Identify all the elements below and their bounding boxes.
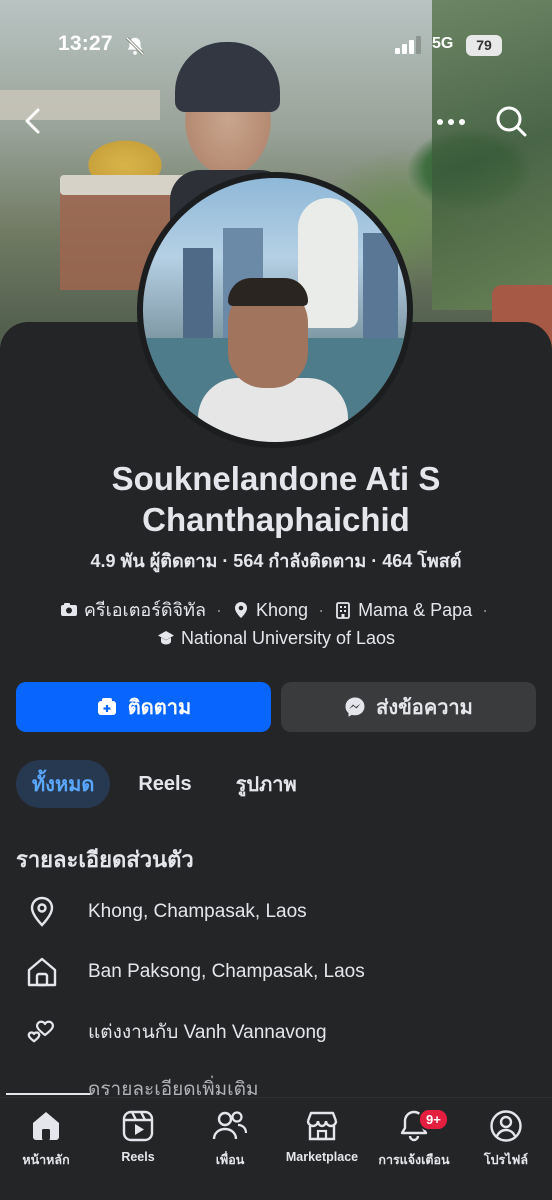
tab-photos[interactable]: รูปภาพ <box>220 760 313 808</box>
nav-profile-label: โปรไฟล์ <box>483 1153 529 1167</box>
nav-marketplace-label: Marketplace <box>285 1150 359 1164</box>
profile-stats[interactable]: 4.9 พัน ผู้ติดตาม · 564 กำลังติดตาม · 46… <box>0 546 552 575</box>
meta-education: National University of Laos <box>180 628 396 648</box>
nav-notifications[interactable]: 9+ การแจ้งเตือน <box>368 1106 460 1170</box>
more-options-icon[interactable] <box>434 112 468 132</box>
profile-icon <box>460 1106 552 1146</box>
details-title: รายละเอียดส่วนตัว <box>16 847 194 872</box>
back-icon[interactable] <box>18 104 48 138</box>
follow-button-label: ติดตาม <box>127 697 192 719</box>
status-bar: 13:27 5G 79 <box>0 26 552 66</box>
detail-location: Khong, Champasak, Laos <box>24 892 307 932</box>
home-indicator-underline <box>6 1093 90 1095</box>
location-pin-icon <box>24 894 60 930</box>
profile-avatar[interactable] <box>137 172 413 448</box>
reels-icon <box>92 1106 184 1146</box>
message-button[interactable]: ส่งข้อความ <box>281 682 536 732</box>
location-pin-icon <box>235 602 247 618</box>
search-icon[interactable] <box>494 104 528 138</box>
avatar-building <box>363 233 398 343</box>
profile-meta-row: ครีเอเตอร์ดิจิทัล · Khong · Mama & Papa … <box>0 596 552 624</box>
tab-reels[interactable]: Reels <box>122 760 207 808</box>
meta-category: ครีเอเตอร์ดิจิทัล <box>83 600 206 620</box>
nav-home[interactable]: หน้าหลัก <box>0 1106 92 1170</box>
profile-name-line1: Souknelandone Ati S <box>111 460 441 497</box>
home-icon <box>24 954 60 990</box>
nav-home-label: หน้าหลัก <box>22 1153 70 1167</box>
follow-button[interactable]: ติดตาม <box>16 682 271 732</box>
hearts-icon <box>24 1014 60 1050</box>
profile-meta: ครีเอเตอร์ดิจิทัล · Khong · Mama & Papa … <box>0 596 552 652</box>
nav-profile[interactable]: โปรไฟล์ <box>460 1106 552 1170</box>
nav-friends[interactable]: เพื่อน <box>184 1106 276 1170</box>
creator-icon <box>60 603 77 616</box>
profile-name-line2: Chanthaphaichid <box>142 501 410 538</box>
meta-location: Khong <box>256 600 309 620</box>
bell-icon: 9+ <box>368 1106 460 1146</box>
bottom-nav: หน้าหลัก Reels เพื่อน Marketplace 9+ การ… <box>0 1097 552 1200</box>
network-type: 5G <box>432 35 454 52</box>
nav-reels-label: Reels <box>121 1150 155 1164</box>
meta-workplace: Mama & Papa <box>358 600 473 620</box>
signal-icon <box>395 36 421 54</box>
tab-all[interactable]: ทั้งหมด <box>16 760 111 808</box>
nav-reels[interactable]: Reels <box>92 1106 184 1164</box>
profile-name: Souknelandone Ati S Chanthaphaichid <box>0 458 552 540</box>
friends-icon <box>184 1106 276 1146</box>
detail-hometown: Ban Paksong, Champasak, Laos <box>24 952 365 992</box>
detail-hometown-text: Ban Paksong, Champasak, Laos <box>88 961 365 982</box>
nav-notifications-label: การแจ้งเตือน <box>378 1153 450 1167</box>
detail-relationship-text: แต่งงานกับ Vanh Vannavong <box>88 1022 327 1043</box>
follow-icon <box>97 698 116 715</box>
marketplace-icon <box>276 1106 368 1146</box>
detail-location-text: Khong, Champasak, Laos <box>88 901 307 922</box>
profile-meta-row: National University of Laos <box>0 624 552 652</box>
detail-relationship: แต่งงานกับ Vanh Vannavong <box>24 1012 327 1052</box>
message-button-label: ส่งข้อความ <box>376 697 473 719</box>
building-icon <box>336 602 350 619</box>
nav-friends-label: เพื่อน <box>215 1153 245 1167</box>
status-time: 13:27 <box>58 32 113 55</box>
bell-off-icon <box>125 36 145 56</box>
profile-tabs: ทั้งหมด Reels รูปภาพ <box>16 760 325 808</box>
avatar-person-hair <box>228 278 308 306</box>
avatar-photo <box>143 178 407 442</box>
notification-badge: 9+ <box>418 1108 449 1131</box>
graduation-cap-icon <box>157 631 174 645</box>
battery-indicator: 79 <box>466 35 502 56</box>
avatar-building <box>183 248 213 338</box>
avatar-merlion-statue <box>298 198 358 328</box>
nav-marketplace[interactable]: Marketplace <box>276 1106 368 1164</box>
home-icon <box>0 1106 92 1146</box>
messenger-icon <box>345 697 365 717</box>
